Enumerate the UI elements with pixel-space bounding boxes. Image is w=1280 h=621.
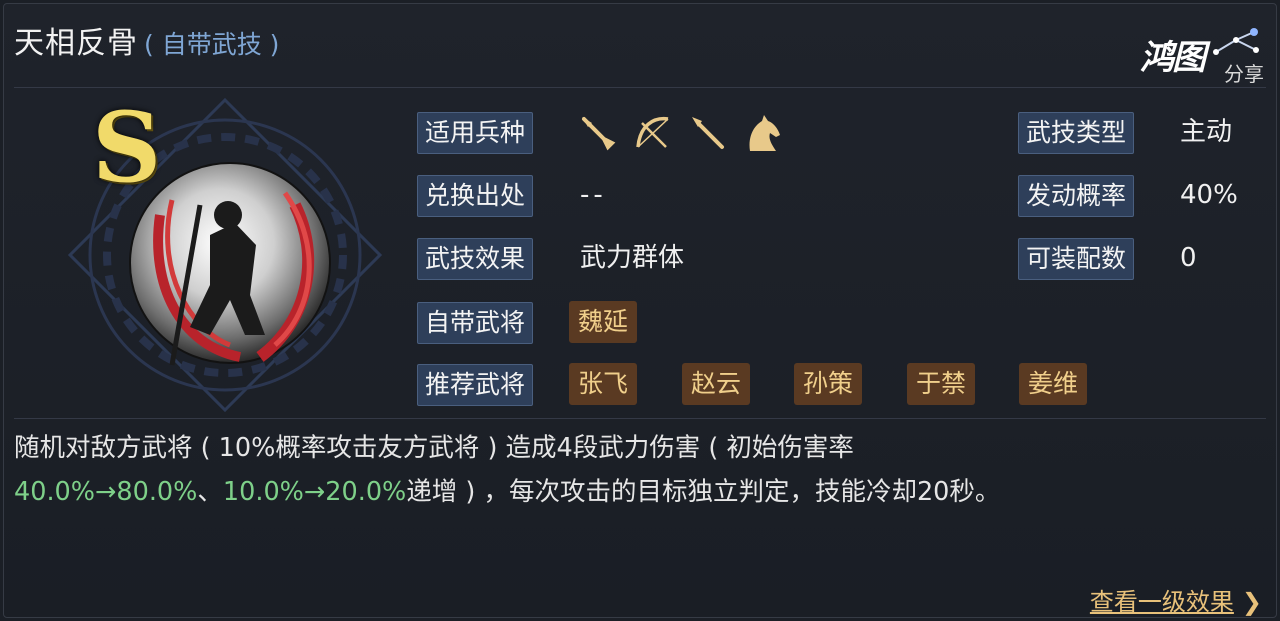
horse-icon <box>749 115 780 151</box>
recommended-general-tag[interactable]: 张飞 <box>569 363 638 405</box>
bow-icon <box>636 116 669 148</box>
skill-type-tag: ( 自带武技 ) <box>144 30 280 59</box>
damage-rate-range: 10.0%→20.0% <box>222 477 407 507</box>
recommended-general-tag[interactable]: 赵云 <box>682 363 751 405</box>
recommended-general-tag[interactable]: 于禁 <box>907 363 976 405</box>
skill-grade: S <box>92 91 162 204</box>
divider <box>14 418 1266 419</box>
skill-effect-label: 武技效果 <box>417 238 534 280</box>
recommended-general-tag[interactable]: 姜维 <box>1019 363 1088 405</box>
title-row: 天相反骨 ( 自带武技 ) <box>14 18 280 61</box>
description-line: 随机对敌方武将 ( 10%概率攻击友方武将 ) 造成4段武力伤害 ( 初始伤害率 <box>14 433 854 463</box>
spear-icon <box>692 117 724 149</box>
recommended-general-tag[interactable]: 孙策 <box>794 363 863 405</box>
separator: 、 <box>197 477 223 507</box>
damage-rate-range: 40.0%→80.0% <box>14 477 198 507</box>
own-general-tag[interactable]: 魏延 <box>569 301 638 343</box>
equip-slots-label: 可装配数 <box>1018 238 1135 280</box>
chevron-right-icon: ❯ <box>1241 588 1262 616</box>
description-rest: 递增 ) ，每次攻击的目标独立判定，技能冷却20秒。 <box>406 477 1001 507</box>
sword-icon <box>582 117 616 151</box>
skill-type-value: 主动 <box>1180 117 1233 147</box>
trigger-chance-value: 40% <box>1180 180 1238 210</box>
skill-effect-value: 武力群体 <box>580 243 685 273</box>
divider <box>14 87 1266 88</box>
own-general-label: 自带武将 <box>417 302 534 344</box>
description-line: 40.0%→80.0%、10.0%→20.0%递增 ) ，每次攻击的目标独立判定… <box>14 470 1270 514</box>
skill-name: 天相反骨 <box>14 26 138 61</box>
exchange-source-label: 兑换出处 <box>417 175 534 217</box>
equip-slots-value: 0 <box>1180 243 1197 273</box>
trigger-chance-label: 发动概率 <box>1018 175 1135 217</box>
logo-text: 鸿图 <box>1140 38 1206 78</box>
recommended-generals-label: 推荐武将 <box>417 364 534 406</box>
link-label: 查看一级效果 <box>1089 588 1234 616</box>
skill-description: 随机对敌方武将 ( 10%概率攻击友方武将 ) 造成4段武力伤害 ( 初始伤害率… <box>14 426 1270 514</box>
skill-type-label: 武技类型 <box>1018 112 1135 154</box>
constellation-icon <box>1213 28 1259 55</box>
troop-type-label: 适用兵种 <box>417 112 534 154</box>
view-level-one-effect-link[interactable]: 查看一级效果 ❯ <box>1090 582 1262 617</box>
exchange-source-value: -- <box>580 180 607 210</box>
share-logo[interactable]: 鸿图 分享 <box>1136 24 1266 86</box>
